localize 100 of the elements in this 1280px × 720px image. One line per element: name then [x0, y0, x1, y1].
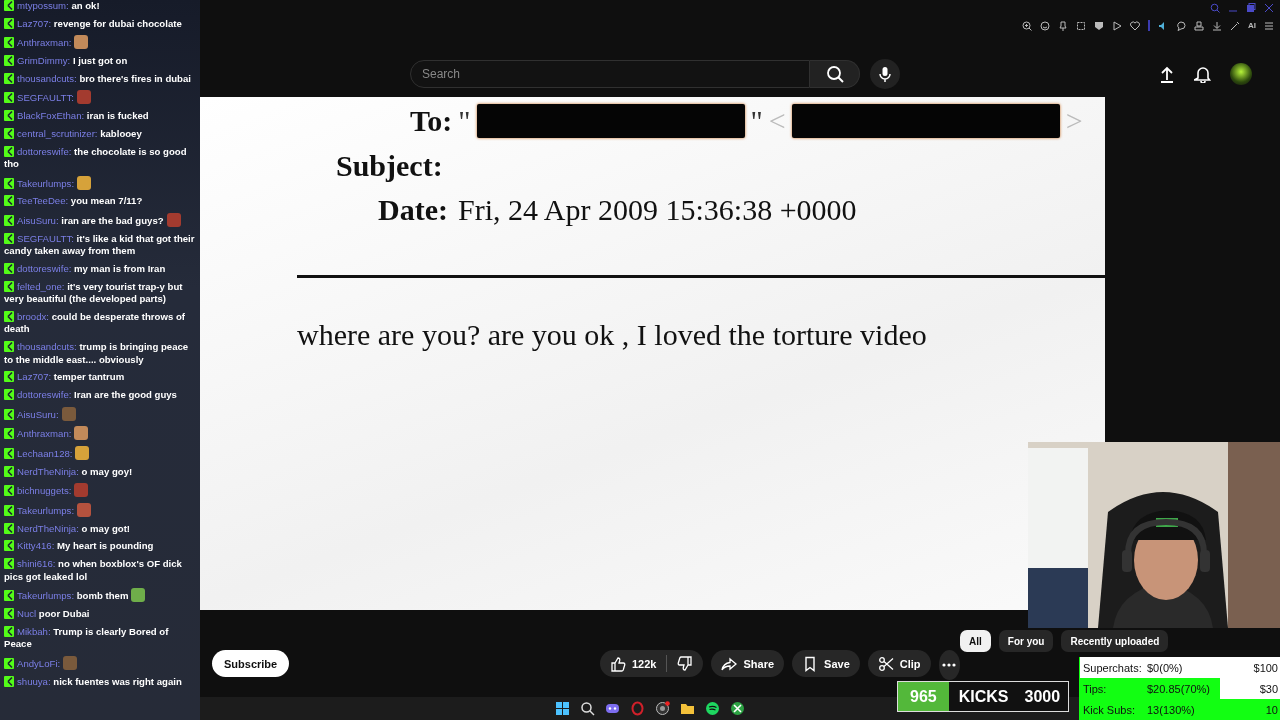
badge-icon — [4, 505, 14, 516]
badge-icon — [4, 195, 14, 207]
chat-username[interactable]: broodx: — [17, 310, 49, 322]
field-label: Subject: — [336, 149, 443, 182]
badge-icon — [4, 408, 14, 420]
filter-chip[interactable]: For you — [998, 630, 1054, 652]
filter-chip[interactable]: All — [960, 630, 991, 652]
search-button[interactable] — [810, 59, 860, 88]
chat-username[interactable]: AndyLoFi: — [17, 657, 61, 669]
zoom-icon[interactable] — [1022, 20, 1032, 31]
chat-username[interactable]: Nucl — [17, 607, 37, 619]
pin-icon[interactable] — [1058, 20, 1068, 31]
chat-username[interactable]: BlackFoxEthan: — [17, 110, 85, 122]
goal-target: $100 — [1253, 661, 1279, 674]
thumbs-up-icon — [610, 655, 626, 672]
badge-icon — [4, 232, 14, 244]
chat-username[interactable]: shini616: — [17, 558, 56, 570]
upload-icon[interactable] — [1158, 64, 1176, 83]
quote-mark: > — [1065, 104, 1083, 138]
chat-username[interactable]: AisuSuru: — [17, 408, 59, 420]
badge-icon — [4, 522, 14, 534]
chat-username[interactable]: Takeurlumps: — [17, 505, 75, 516]
xbox-icon[interactable] — [730, 701, 745, 716]
scissors-icon — [877, 655, 894, 672]
menu-icon[interactable] — [1264, 20, 1274, 31]
badge-icon — [4, 110, 14, 122]
windows-icon[interactable] — [555, 701, 570, 716]
chat-username[interactable]: GrimDimmy: — [17, 55, 71, 67]
chat-username[interactable]: Mikbah: — [17, 625, 51, 637]
subscribe-button[interactable]: Subscribe — [212, 650, 290, 677]
stamp-icon[interactable] — [1194, 20, 1204, 31]
chat-username[interactable]: central_scrutinizer: — [17, 127, 98, 139]
ring-icon[interactable] — [630, 701, 645, 716]
chat-message: Kitty416: My heart is pounding — [4, 540, 198, 553]
chat-username[interactable]: thousandcuts: — [17, 72, 77, 84]
quote-mark: " — [458, 104, 471, 138]
chat-message: Laz707: temper tantrum — [4, 371, 198, 384]
bell-icon[interactable] — [1194, 64, 1212, 83]
chat-username[interactable]: shuuya: — [17, 675, 51, 687]
avatar[interactable] — [1230, 62, 1252, 85]
chat-username[interactable]: NerdTheNinja: — [17, 465, 79, 477]
chat-username[interactable]: felted_one: — [17, 280, 65, 292]
badge-icon — [4, 371, 14, 383]
chat-username[interactable]: TeeTeeDee: — [17, 195, 69, 207]
badge-icon — [4, 17, 14, 29]
smiley-icon[interactable] — [1040, 20, 1050, 31]
game-controller-icon[interactable] — [605, 701, 620, 716]
chat-username[interactable]: AisuSuru: — [17, 215, 59, 227]
chat-username[interactable]: SEGFAULTT: — [17, 92, 74, 104]
chat-username[interactable]: Laz707: — [17, 371, 52, 383]
search-icon — [825, 64, 844, 83]
clip-button[interactable]: Clip — [867, 650, 931, 677]
chat-username[interactable]: dottoreswife: — [17, 388, 72, 400]
chat-username[interactable]: Takeurlumps: — [17, 590, 75, 602]
chat-username[interactable]: NerdTheNinja: — [17, 522, 79, 534]
more-button[interactable] — [938, 650, 960, 680]
chat-username[interactable]: Kitty416: — [17, 540, 55, 552]
field-label: To: — [410, 104, 453, 138]
chat-username[interactable]: dottoreswife: — [17, 262, 72, 274]
chat-message: NerdTheNinja: o may goy! — [4, 465, 198, 479]
chat-username[interactable]: mtypossum: — [17, 0, 69, 11]
speech-bubble-icon[interactable] — [1176, 20, 1186, 31]
restore-icon[interactable] — [1246, 3, 1256, 13]
folder-icon[interactable] — [680, 701, 695, 716]
filter-chip[interactable]: Recently uploaded — [1061, 630, 1169, 652]
ai-button[interactable]: AI — [1248, 21, 1256, 30]
download-icon[interactable] — [1212, 20, 1222, 31]
share-button[interactable]: Share — [711, 650, 785, 677]
chat-message: dottoreswife: Iran are the good guys — [4, 388, 198, 402]
goal-target: $30 — [1259, 682, 1279, 695]
email-body: where are you? are you ok , I loved the torture video — [297, 318, 927, 351]
shield-icon[interactable] — [1094, 20, 1104, 31]
chat-message: Mikbah: Trump is clearly Bored of Peace — [4, 625, 170, 651]
chat-message: Takeurlumps: bomb them — [4, 588, 198, 603]
kicks-label: KICKS — [957, 686, 1010, 707]
record-icon[interactable] — [655, 701, 670, 716]
close-icon[interactable] — [1264, 3, 1274, 13]
chat-message: BlackFoxEthan: iran is fucked — [4, 110, 198, 123]
chat-message: felted_one: it's very tourist trap-y but very beautiful (the developed parts) — [4, 280, 184, 306]
goal-target: 10 — [1265, 703, 1279, 716]
chat-username[interactable]: Takeurlumps: — [17, 177, 75, 189]
heart-icon[interactable] — [1130, 20, 1140, 31]
chat-username[interactable]: thousandcuts: — [17, 341, 77, 352]
microphone-button[interactable] — [870, 58, 900, 89]
save-button[interactable]: Save — [792, 650, 860, 677]
chat-username[interactable]: dottoreswife: — [17, 145, 72, 157]
chat-username[interactable]: Laz707: — [17, 17, 52, 29]
search-icon[interactable] — [580, 701, 595, 716]
badge-icon — [4, 280, 14, 292]
music-icon[interactable] — [705, 701, 720, 716]
square-icon[interactable] — [1076, 20, 1086, 31]
chat-message: broodx: could be desperate throws of death — [4, 310, 186, 336]
play-icon[interactable] — [1112, 20, 1122, 31]
chat-username[interactable]: Lechaan128: — [17, 447, 73, 459]
chat-username[interactable]: Anthraxman: — [17, 37, 72, 49]
wand-icon[interactable] — [1230, 20, 1240, 31]
chat-username[interactable]: Anthraxman: — [17, 428, 72, 440]
chat-username[interactable]: SEGFAULTT: — [17, 232, 74, 244]
chat-username[interactable]: bichnuggets: — [17, 485, 72, 497]
search-field[interactable]: Search — [410, 59, 810, 88]
